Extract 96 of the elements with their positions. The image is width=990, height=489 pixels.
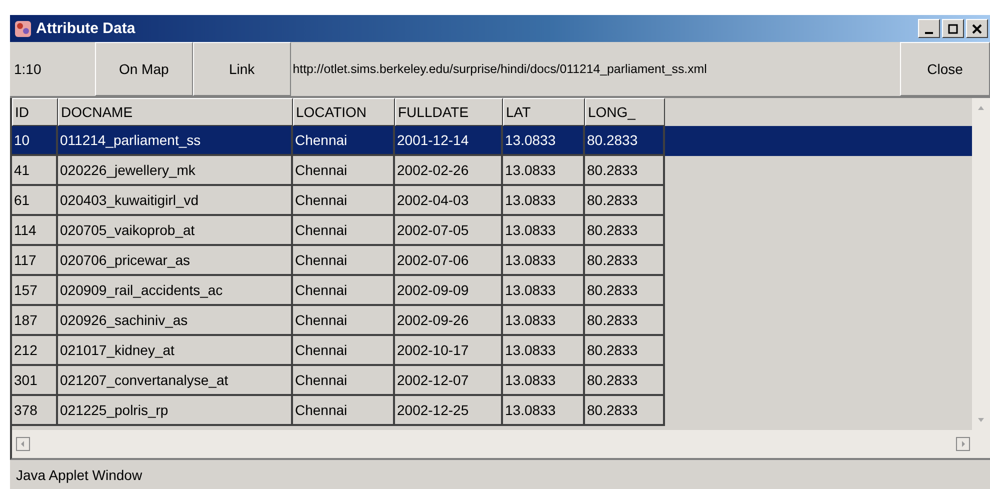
column-header[interactable]: DOCNAME bbox=[58, 98, 293, 126]
minimize-icon bbox=[925, 32, 933, 34]
table-cell: Chennai bbox=[293, 276, 395, 306]
column-header[interactable]: LONG_ bbox=[585, 98, 665, 126]
table-cell: Chennai bbox=[293, 156, 395, 186]
table-cell: 011214_parliament_ss bbox=[58, 126, 293, 156]
horizontal-scrollbar[interactable] bbox=[10, 430, 990, 460]
table-cell: Chennai bbox=[293, 246, 395, 276]
scroll-down-icon bbox=[976, 416, 986, 424]
table-cell: 80.2833 bbox=[585, 186, 665, 216]
table-cell: 2002-04-03 bbox=[395, 186, 503, 216]
table-row[interactable]: 301 021207_convertanalyse_at Chennai 2002-12-07 13.0833 80.2833 bbox=[12, 366, 972, 396]
table-cell: 10 bbox=[12, 126, 58, 156]
table-cell: 2001-12-14 bbox=[395, 126, 503, 156]
column-header[interactable]: LAT bbox=[503, 98, 585, 126]
table-cell: 61 bbox=[12, 186, 58, 216]
table-cell: 378 bbox=[12, 396, 58, 426]
table-row[interactable]: 61 020403_kuwaitigirl_vd Chennai 2002-04-03 13.0833 80.2833 bbox=[12, 186, 972, 216]
scroll-up-icon bbox=[976, 104, 986, 112]
scroll-left-icon bbox=[16, 437, 30, 451]
table-cell: 13.0833 bbox=[503, 126, 585, 156]
table-cell: 021017_kidney_at bbox=[58, 336, 293, 366]
table-row[interactable]: 157 020909_rail_accidents_ac Chennai 2002-09-09 13.0833 80.2833 bbox=[12, 276, 972, 306]
table-cell: 80.2833 bbox=[585, 216, 665, 246]
table-cell: 13.0833 bbox=[503, 246, 585, 276]
range-label: 1:10 bbox=[13, 60, 42, 79]
table-cell: 80.2833 bbox=[585, 126, 665, 156]
column-header[interactable]: ID bbox=[12, 98, 58, 126]
table-cell: Chennai bbox=[293, 396, 395, 426]
table-row[interactable]: 117 020706_pricewar_as Chennai 2002-07-06 13.0833 80.2833 bbox=[12, 246, 972, 276]
maximize-icon bbox=[948, 24, 958, 34]
table-row[interactable]: 41 020226_jewellery_mk Chennai 2002-02-26 13.0833 80.2833 bbox=[12, 156, 972, 186]
column-header[interactable]: LOCATION bbox=[293, 98, 395, 126]
table-cell: Chennai bbox=[293, 366, 395, 396]
table-cell: 114 bbox=[12, 216, 58, 246]
table-cell: Chennai bbox=[293, 336, 395, 366]
table-row[interactable]: 187 020926_sachiniv_as Chennai 2002-09-26 13.0833 80.2833 bbox=[12, 306, 972, 336]
table-cell: Chennai bbox=[293, 186, 395, 216]
table-cell: 021225_polris_rp bbox=[58, 396, 293, 426]
table-cell: 2002-09-26 bbox=[395, 306, 503, 336]
table-cell: 2002-02-26 bbox=[395, 156, 503, 186]
table-cell: 301 bbox=[12, 366, 58, 396]
table-row[interactable]: 378 021225_polris_rp Chennai 2002-12-25 13.0833 80.2833 bbox=[12, 396, 972, 426]
table-cell: 2002-09-09 bbox=[395, 276, 503, 306]
table-cell: 020909_rail_accidents_ac bbox=[58, 276, 293, 306]
table-cell: 13.0833 bbox=[503, 216, 585, 246]
maximize-button[interactable] bbox=[942, 19, 964, 38]
table-cell: 2002-12-07 bbox=[395, 366, 503, 396]
table-cell: 13.0833 bbox=[503, 396, 585, 426]
table-cell: Chennai bbox=[293, 306, 395, 336]
table-cell: 80.2833 bbox=[585, 276, 665, 306]
table-row[interactable]: 114 020705_vaikoprob_at Chennai 2002-07-05 13.0833 80.2833 bbox=[12, 216, 972, 246]
app-icon bbox=[14, 20, 32, 38]
table-cell: 157 bbox=[12, 276, 58, 306]
table-cell: 80.2833 bbox=[585, 246, 665, 276]
table-cell: 80.2833 bbox=[585, 306, 665, 336]
table-cell: 80.2833 bbox=[585, 396, 665, 426]
scroll-right-icon bbox=[956, 437, 970, 451]
table-cell: 13.0833 bbox=[503, 156, 585, 186]
column-header[interactable]: FULLDATE bbox=[395, 98, 503, 126]
table-cell: 13.0833 bbox=[503, 186, 585, 216]
status-text: Java Applet Window bbox=[16, 466, 142, 482]
close-window-button[interactable] bbox=[966, 19, 988, 38]
table-cell: 13.0833 bbox=[503, 336, 585, 366]
table-row[interactable]: 10 011214_parliament_ss Chennai 2001-12-14 13.0833 80.2833 bbox=[12, 126, 972, 156]
table-cell: 13.0833 bbox=[503, 306, 585, 336]
table-cell: 020403_kuwaitigirl_vd bbox=[58, 186, 293, 216]
table-cell: 41 bbox=[12, 156, 58, 186]
table-cell: 117 bbox=[12, 246, 58, 276]
url-label: http://otlet.sims.berkeley.edu/surprise/hindi/docs/011214_parliament_ss.xml bbox=[292, 61, 708, 78]
window-title: Attribute Data bbox=[36, 20, 136, 37]
table-cell: 020926_sachiniv_as bbox=[58, 306, 293, 336]
table-cell: 80.2833 bbox=[585, 336, 665, 366]
table-cell: 020226_jewellery_mk bbox=[58, 156, 293, 186]
close-icon bbox=[972, 24, 982, 34]
vertical-scrollbar[interactable] bbox=[972, 98, 990, 430]
table-row[interactable]: 212 021017_kidney_at Chennai 2002-10-17 13.0833 80.2833 bbox=[12, 336, 972, 366]
table-cell: 2002-07-05 bbox=[395, 216, 503, 246]
toolbar-button[interactable]: On Map bbox=[94, 42, 193, 96]
table-cell: Chennai bbox=[293, 126, 395, 156]
table-cell: 021207_convertanalyse_at bbox=[58, 366, 293, 396]
table-cell: 020705_vaikoprob_at bbox=[58, 216, 293, 246]
table-cell: 80.2833 bbox=[585, 366, 665, 396]
toolbar-button[interactable]: Link bbox=[192, 42, 291, 96]
table-cell: 13.0833 bbox=[503, 366, 585, 396]
table-cell: 020706_pricewar_as bbox=[58, 246, 293, 276]
table-cell: 2002-12-25 bbox=[395, 396, 503, 426]
table-cell: 2002-10-17 bbox=[395, 336, 503, 366]
table-cell: 187 bbox=[12, 306, 58, 336]
table-cell: 80.2833 bbox=[585, 156, 665, 186]
minimize-button[interactable] bbox=[918, 19, 940, 38]
table-cell: 13.0833 bbox=[503, 276, 585, 306]
table-cell: Chennai bbox=[293, 216, 395, 246]
table-cell: 2002-07-06 bbox=[395, 246, 503, 276]
close-button[interactable]: Close bbox=[900, 42, 990, 96]
table-cell: 212 bbox=[12, 336, 58, 366]
